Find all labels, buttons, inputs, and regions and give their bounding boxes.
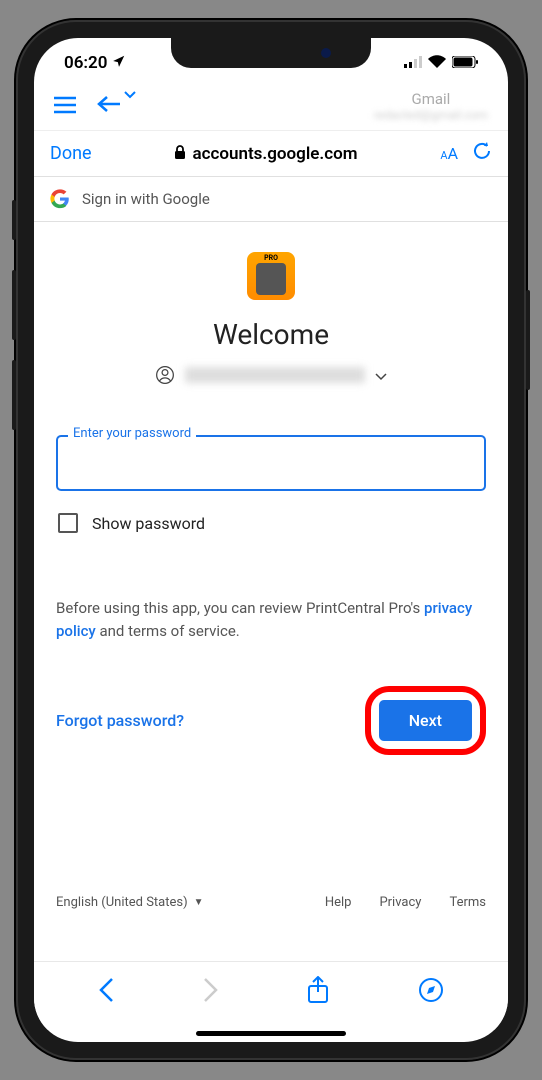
- notch: [171, 38, 371, 68]
- mute-switch: [12, 200, 16, 240]
- terms-link[interactable]: Terms: [449, 895, 486, 910]
- account-chip[interactable]: [56, 365, 486, 385]
- gmail-email-blurred: redacted@gmail.com: [374, 108, 488, 122]
- account-icon: [155, 365, 175, 385]
- lock-icon: [174, 145, 186, 163]
- screen: 06:20: [34, 38, 508, 1042]
- menu-icon[interactable]: [54, 92, 76, 120]
- google-signin-header: Sign in with Google: [34, 176, 508, 222]
- url-text: accounts.google.com: [192, 144, 357, 164]
- language-selector[interactable]: English (United States) ▼: [56, 895, 204, 910]
- chevron-down-icon: [124, 88, 136, 102]
- volume-down: [12, 360, 16, 430]
- password-input[interactable]: [56, 435, 486, 491]
- language-label: English (United States): [56, 895, 188, 910]
- wifi-icon: [428, 53, 446, 73]
- nav-back-button[interactable]: [98, 977, 114, 1009]
- account-label[interactable]: Gmail redacted@gmail.com: [374, 90, 488, 122]
- home-indicator[interactable]: [196, 1031, 346, 1036]
- volume-up: [12, 270, 16, 340]
- show-password-row[interactable]: Show password: [56, 509, 486, 537]
- phone-frame: 06:20: [16, 20, 526, 1060]
- back-button[interactable]: [96, 92, 122, 120]
- disclosure-text: Before using this app, you can review Pr…: [56, 597, 486, 642]
- show-password-label: Show password: [92, 514, 205, 533]
- help-link[interactable]: Help: [325, 895, 352, 910]
- battery-icon: [452, 53, 478, 73]
- google-logo-icon: [50, 189, 70, 209]
- next-button[interactable]: Next: [379, 700, 472, 741]
- account-email-blurred: [185, 367, 365, 383]
- password-field: Enter your password: [56, 435, 486, 491]
- footer-row: English (United States) ▼ Help Privacy T…: [56, 895, 486, 910]
- nav-forward-button: [203, 977, 219, 1009]
- power-button: [526, 290, 530, 390]
- location-services-icon: [112, 54, 126, 72]
- safari-toolbar: [34, 961, 508, 1030]
- reload-button[interactable]: [472, 141, 492, 166]
- app-icon: [247, 252, 295, 300]
- gmail-text: Gmail: [374, 90, 488, 108]
- main-content: Welcome Enter your password Show passwor…: [34, 222, 508, 930]
- show-password-checkbox[interactable]: [58, 513, 78, 533]
- forgot-password-link[interactable]: Forgot password?: [56, 711, 184, 730]
- chevron-down-icon: [375, 366, 387, 385]
- status-time: 06:20: [64, 53, 107, 73]
- welcome-title: Welcome: [56, 318, 486, 351]
- text-size-button[interactable]: AA: [440, 144, 458, 163]
- action-row: Forgot password? Next: [56, 686, 486, 755]
- privacy-link[interactable]: Privacy: [379, 895, 421, 910]
- app-header: Gmail redacted@gmail.com: [34, 82, 508, 130]
- browser-bar: Done accounts.google.com AA: [34, 130, 508, 176]
- caret-down-icon: ▼: [194, 897, 204, 908]
- signin-with-google-text: Sign in with Google: [82, 190, 210, 208]
- share-button[interactable]: [307, 976, 329, 1010]
- address-bar[interactable]: accounts.google.com: [106, 144, 427, 164]
- password-label: Enter your password: [68, 426, 196, 441]
- highlight-annotation: Next: [365, 686, 486, 755]
- cellular-signal-icon: [404, 53, 422, 73]
- safari-button[interactable]: [418, 977, 444, 1009]
- done-button[interactable]: Done: [50, 143, 92, 164]
